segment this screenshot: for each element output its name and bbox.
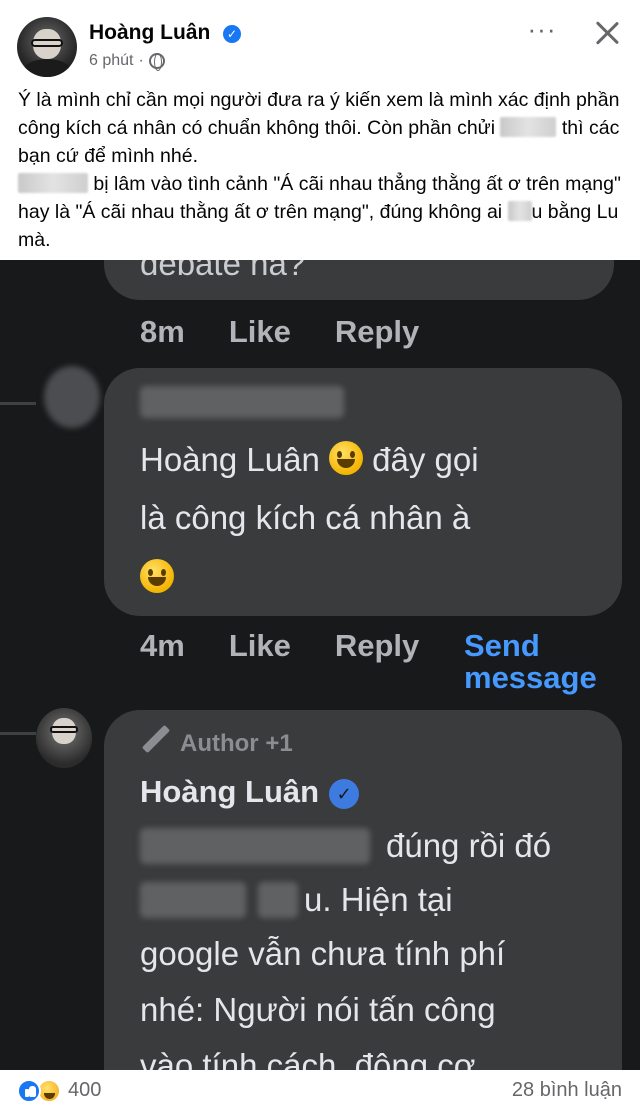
comment2-line3 [140,552,174,604]
blurred-word [18,173,88,193]
reply-line1: đúng rồi đó [386,827,552,864]
post-time[interactable]: 6 phút [89,52,133,70]
globe-icon [148,53,165,71]
more-options-button[interactable]: ··· [524,16,560,48]
comment2-like[interactable]: Like [229,628,291,664]
avatar-shirt [23,59,71,77]
author-badge-label: Author +1 [180,730,293,757]
reply-author-line: Hoàng Luân ✓ [140,774,360,810]
reply-blurred-name [140,828,370,864]
blurred-word [500,117,557,137]
comment2-reply[interactable]: Reply [335,628,419,664]
thread-line [0,732,36,735]
top-comment-fragment: debate na? [140,260,306,282]
reply-blurred-word [258,882,298,918]
reply-blurred-word [140,882,246,918]
comment2-line1: Hoàng Luân đây gọi [140,434,479,486]
author-avatar[interactable] [17,17,77,77]
verified-badge-icon: ✓ [329,779,360,809]
post-header: Hoàng Luân ✓ 6 phút · ··· [0,0,640,80]
post-meta: 6 phút · [89,52,165,71]
send-message-line2: message [464,660,597,695]
author-name[interactable]: Hoàng Luân [89,21,210,45]
send-message-link[interactable]: Send message [464,630,597,694]
comment2-mention: Hoàng Luân [140,441,320,478]
verified-badge-icon: ✓ [223,25,241,43]
like-reaction-icon [17,1079,41,1103]
comment1-time: 8m [140,314,185,349]
commenter-name-blurred [140,386,344,418]
smile-emoji-icon [329,441,363,475]
comments-count[interactable]: 28 bình luận [512,1079,622,1102]
commenter-avatar-blurred [44,366,100,428]
avatar-glasses [31,39,63,47]
reply-line3: google vẫn chưa tính phí [140,935,506,972]
post-text: Ý là mình chỉ cần mọi người đưa ra ý kiế… [18,86,628,254]
reply-line4: nhé: Người nói tấn công [140,991,496,1028]
comment2-actions: 4m Like Reply [140,628,419,664]
pencil-icon [141,724,171,754]
reply-author-name[interactable]: Hoàng Luân [140,774,319,809]
thread-line [0,402,36,405]
comment1-reply[interactable]: Reply [335,314,419,350]
author-badge: Author +1 [140,724,293,758]
reply-line2: u. Hiện tại [304,881,453,918]
reply-author-avatar[interactable] [36,708,92,768]
comment2-line1b: đây gọi [372,441,479,478]
reply-avatar-glasses [50,726,78,733]
reply-line5: vào tính cách, động cơ [140,1047,476,1070]
send-message-line1: Send [464,628,540,663]
comment2-line2: là công kích cá nhân à [140,499,471,536]
smile-emoji-icon [140,559,174,593]
meta-separator: · [138,52,144,69]
comment-screenshot-image[interactable]: debate na? 8m Like Reply Hoàng Luân đây … [0,260,640,1070]
blurred-word [507,201,532,221]
comment2-time: 4m [140,628,185,663]
comment1-actions: 8m Like Reply [140,314,419,350]
close-icon[interactable] [590,16,624,50]
comment1-like[interactable]: Like [229,314,291,350]
post-footer: 400 28 bình luận [0,1070,640,1113]
reactions-count[interactable]: 400 [68,1079,101,1102]
